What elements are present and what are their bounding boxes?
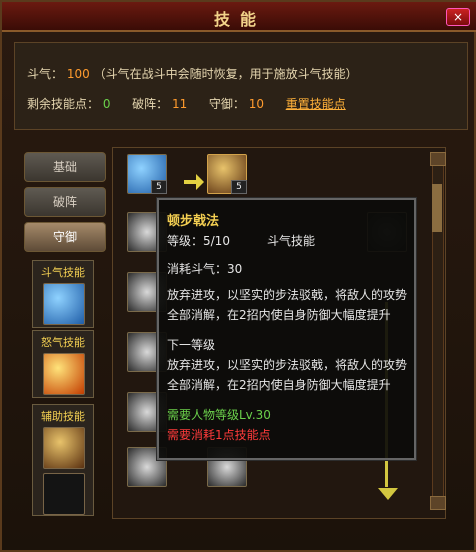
energy-skill-title: 斗气技能	[41, 266, 85, 279]
window-title: 技能	[213, 10, 266, 29]
break-label: 破阵：	[132, 97, 169, 111]
skill-level-badge: 5	[231, 180, 247, 194]
energy-value: 100	[66, 67, 90, 81]
tooltip-next-level-label: 下一等级	[167, 338, 216, 352]
points-row: 剩余技能点： 0 破阵： 11 守御： 10 重置技能点	[27, 95, 346, 112]
tab-basic[interactable]: 基础	[24, 152, 106, 182]
energy-skill-section: 斗气技能	[32, 260, 94, 328]
tooltip-desc-line-1: 放弃进攻，以坚实的步法驳戟，将敌人的攻势	[167, 288, 408, 302]
empty-skill-slot[interactable]	[43, 473, 85, 515]
rage-skill-section: 怒气技能	[32, 330, 94, 398]
remaining-points-value: 0	[102, 97, 111, 111]
scroll-up-button[interactable]	[430, 152, 446, 166]
energy-skill-icon[interactable]	[43, 283, 85, 325]
support-skill-section: 辅助技能	[32, 404, 94, 516]
arrow-right-icon	[184, 172, 204, 192]
scroll-down-button[interactable]	[430, 496, 446, 510]
remaining-points-label: 剩余技能点：	[27, 97, 100, 111]
tab-break[interactable]: 破阵	[24, 187, 106, 217]
tooltip-desc-line-2: 全部消解，在2招内使自身防御大幅度提升	[167, 308, 391, 322]
rage-skill-title: 怒气技能	[41, 336, 85, 349]
skill-tooltip: 顿步戟法 等级：5/10 斗气技能 消耗斗气：30 放弃进攻，以坚实的步法驳戟，…	[157, 198, 416, 460]
tooltip-next-line-2: 全部消解，在2招内使自身防御大幅度提升	[167, 378, 391, 392]
scroll-thumb[interactable]	[432, 184, 442, 232]
window-titlebar: 技能 ×	[2, 2, 476, 32]
tooltip-required-points: 需要消耗1点技能点	[167, 428, 271, 442]
defense-label: 守御：	[208, 97, 245, 111]
break-value: 11	[171, 97, 188, 111]
skill-slot-selected[interactable]: 5	[207, 154, 247, 194]
arrow-down-icon	[378, 488, 398, 500]
skill-slot-energy[interactable]: 5	[127, 154, 167, 194]
tooltip-energy-cost: 消耗斗气：30	[167, 262, 243, 276]
header-panel: 斗气： 100 （斗气在战斗中会随时恢复，用于施放斗气技能） 剩余技能点： 0 …	[14, 42, 468, 130]
energy-description: （斗气在战斗中会随时恢复，用于施放斗气技能）	[93, 67, 358, 81]
tab-defense[interactable]: 守御	[24, 222, 106, 252]
support-skill-icon[interactable]	[43, 427, 85, 469]
tooltip-next-line-1: 放弃进攻，以坚实的步法驳戟，将敌人的攻势	[167, 358, 408, 372]
rage-skill-icon[interactable]	[43, 353, 85, 395]
tooltip-skill-level: 等级：5/10	[167, 234, 230, 248]
tooltip-required-level: 需要人物等级Lv.30	[167, 408, 271, 422]
category-tabs: 基础 破阵 守御	[24, 152, 106, 257]
reset-skill-points-link[interactable]: 重置技能点	[286, 97, 346, 111]
close-button[interactable]: ×	[446, 8, 470, 26]
tooltip-skill-type: 斗气技能	[267, 234, 316, 248]
support-skill-title: 辅助技能	[41, 410, 85, 423]
tooltip-skill-name: 顿步戟法	[167, 214, 220, 229]
defense-value: 10	[248, 97, 265, 111]
energy-label: 斗气：	[27, 67, 64, 81]
energy-row: 斗气： 100 （斗气在战斗中会随时恢复，用于施放斗气技能）	[27, 65, 358, 82]
skill-level-badge: 5	[151, 180, 167, 194]
skills-window: 技能 × 斗气： 100 （斗气在战斗中会随时恢复，用于施放斗气技能） 剩余技能…	[0, 0, 476, 552]
